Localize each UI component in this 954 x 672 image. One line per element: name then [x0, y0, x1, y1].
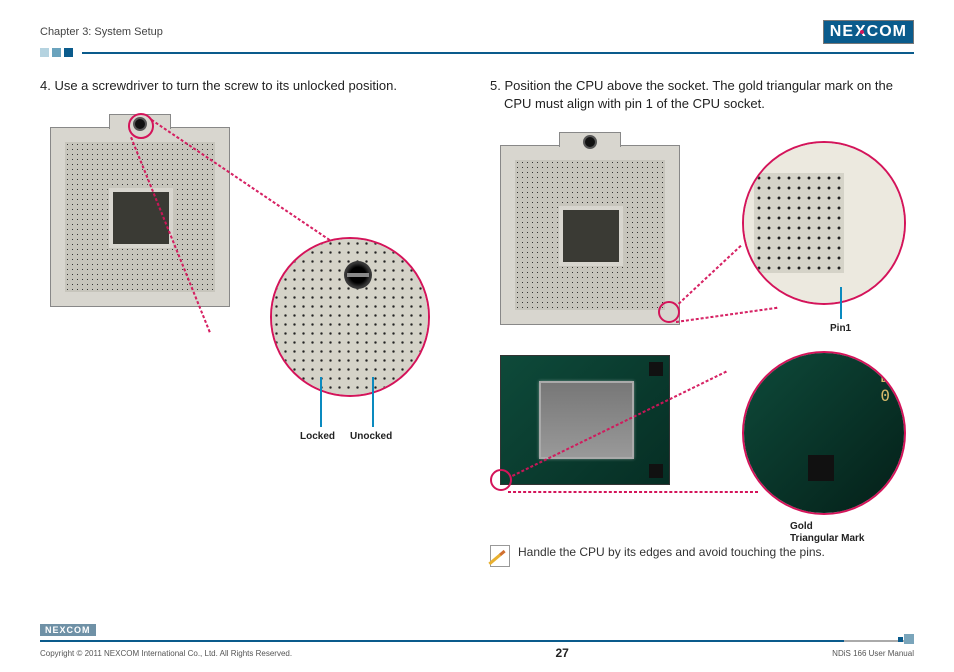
figure-step-4: Locked Unocked: [40, 117, 464, 447]
brand-logo: NE X COM: [823, 20, 914, 44]
accent-square-icon: [52, 48, 61, 57]
page-number: 27: [555, 646, 568, 660]
label-pin1: Pin1: [830, 323, 851, 334]
content-columns: 4. Use a screwdriver to turn the screw t…: [40, 77, 914, 567]
figure-step-5: Pin1 D 0 Gold Triangu: [490, 135, 914, 535]
cpu-chip-image: [500, 355, 670, 485]
callout-dash-line: [508, 491, 758, 493]
callout-dash-line: [678, 245, 742, 304]
note-text: Handle the CPU by its edges and avoid to…: [518, 545, 825, 559]
left-column: 4. Use a screwdriver to turn the screw t…: [40, 77, 464, 567]
note-icon: [490, 545, 510, 567]
callout-dash-line: [676, 307, 777, 323]
manual-name: NDiS 166 User Manual: [832, 649, 914, 658]
zoom-screw-icon: [344, 261, 372, 289]
cpu-socket-image: [500, 145, 680, 325]
logo-x-icon: X: [855, 23, 866, 41]
callout-line: [320, 377, 322, 427]
callout-circle-icon: [128, 113, 154, 139]
footer-rule: NEXCOM: [40, 640, 914, 642]
footer-end-icon: [904, 634, 914, 644]
accent-square-icon: [40, 48, 49, 57]
page-header: Chapter 3: System Setup NE X COM: [40, 20, 914, 44]
zoom-circle-pin1: [742, 141, 906, 305]
cpu-marking-text: D 0: [880, 367, 890, 405]
zoom-circle-screw: [270, 237, 430, 397]
note-row: Handle the CPU by its edges and avoid to…: [490, 545, 914, 567]
header-rule: [40, 48, 914, 57]
logo-text-right: COM: [867, 23, 907, 41]
pencil-icon: [488, 550, 505, 565]
page-footer: NEXCOM Copyright © 2011 NEXCOM Internati…: [40, 640, 914, 660]
callout-line: [840, 287, 842, 319]
right-column: 5. Position the CPU above the socket. Th…: [490, 77, 914, 567]
logo-text-left: NE: [830, 23, 854, 41]
footer-logo-small: NEXCOM: [40, 624, 96, 636]
step-5-text: 5. Position the CPU above the socket. Th…: [490, 77, 914, 113]
label-gold-mark-1: Gold: [790, 521, 813, 532]
socket-screw-icon: [583, 135, 597, 149]
callout-circle-icon: [490, 469, 512, 491]
accent-square-icon: [64, 48, 73, 57]
label-locked: Locked: [300, 431, 335, 442]
step-4-text: 4. Use a screwdriver to turn the screw t…: [40, 77, 464, 95]
copyright-text: Copyright © 2011 NEXCOM International Co…: [40, 649, 292, 658]
chapter-title: Chapter 3: System Setup: [40, 26, 163, 38]
zoom-circle-gold-mark: D 0: [742, 351, 906, 515]
label-gold-mark-2: Triangular Mark: [790, 533, 864, 544]
label-unlocked: Unocked: [350, 431, 392, 442]
callout-line: [372, 377, 374, 427]
